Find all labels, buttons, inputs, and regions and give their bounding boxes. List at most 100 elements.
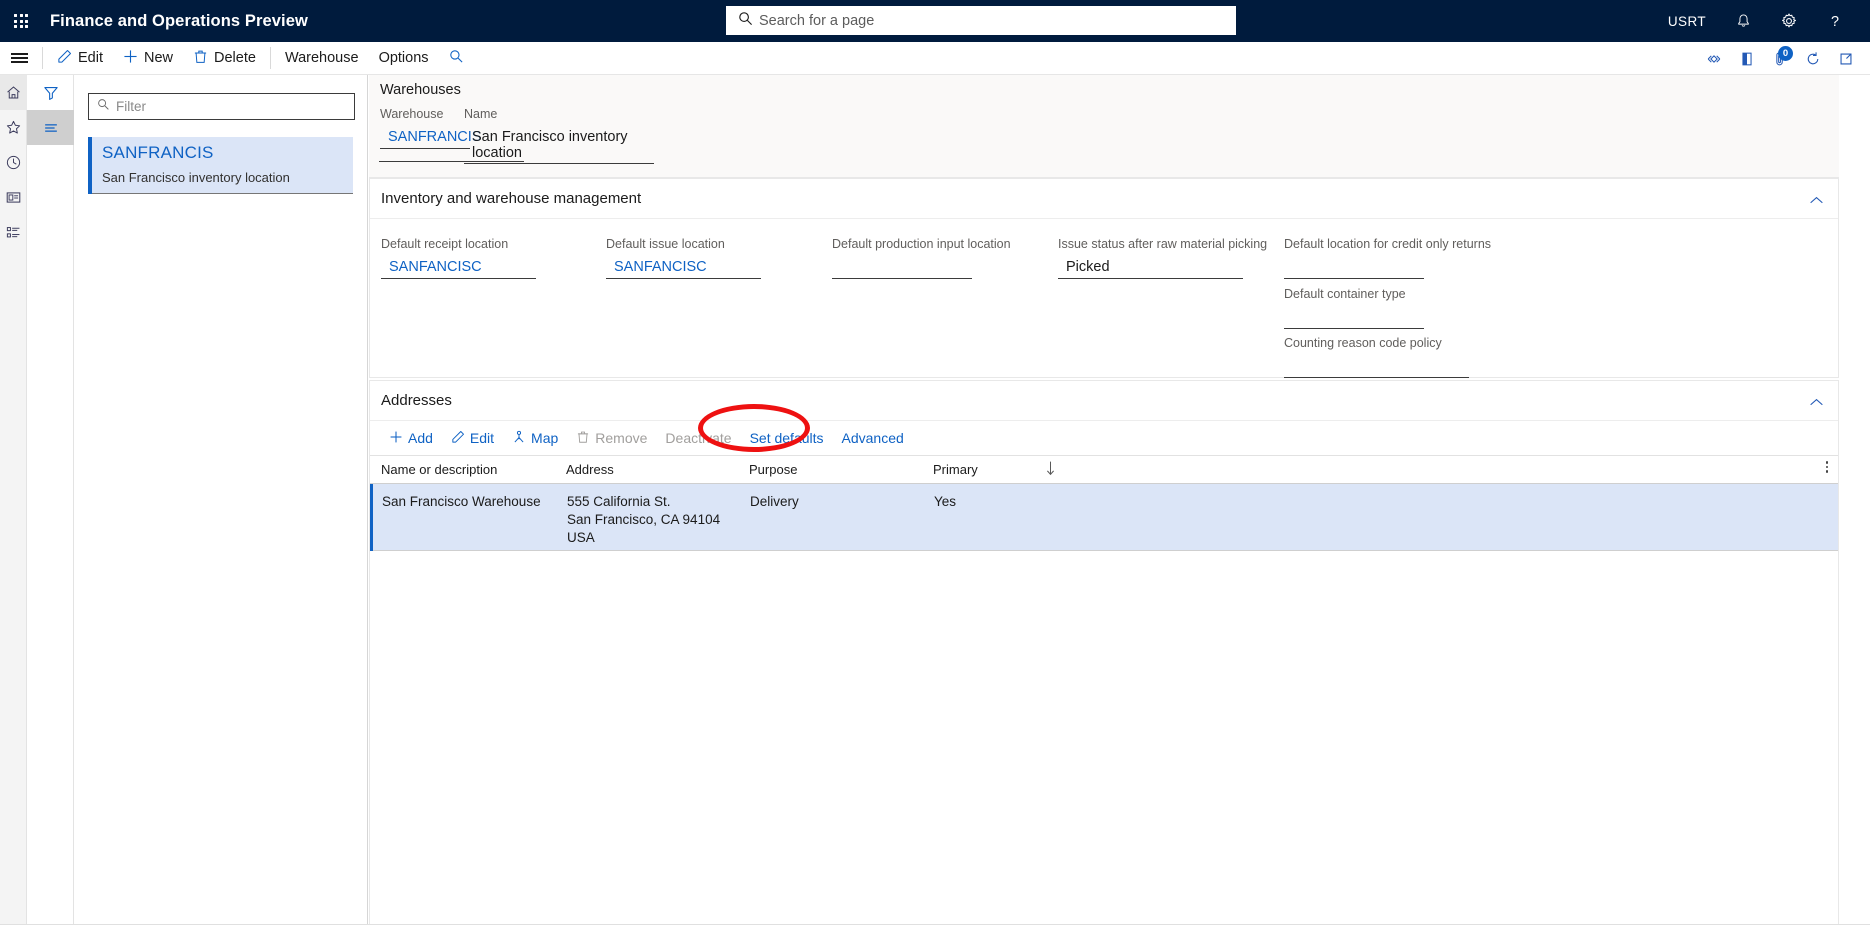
default-issue-location-label: Default issue location xyxy=(606,237,725,251)
address-edit-button[interactable]: Edit xyxy=(442,421,503,455)
chevron-up-icon[interactable] xyxy=(1809,192,1824,210)
warehouse-field-label: Warehouse xyxy=(380,107,444,121)
office-integration-icon[interactable] xyxy=(1730,42,1763,75)
column-name-or-description[interactable]: Name or description xyxy=(381,462,497,477)
default-issue-location-value[interactable]: SANFANCISC xyxy=(606,257,761,279)
column-address[interactable]: Address xyxy=(566,462,614,477)
command-toolbar-right: 0 xyxy=(1697,42,1862,75)
address-deactivate-button: Deactivate xyxy=(656,421,740,455)
sidebar-recent-icon[interactable] xyxy=(0,145,27,180)
main-content: Warehouses Warehouse SANFRANCIS Name San… xyxy=(369,75,1870,925)
plus-icon xyxy=(389,430,403,447)
address-set-defaults-label: Set defaults xyxy=(749,430,824,446)
default-container-type-value[interactable] xyxy=(1284,307,1424,329)
toolbar-search-button[interactable] xyxy=(439,42,474,75)
user-company-label[interactable]: USRT xyxy=(1654,14,1720,29)
table-row[interactable]: San Francisco Warehouse 555 California S… xyxy=(370,484,1838,551)
share-diamond-icon[interactable] xyxy=(1697,42,1730,75)
header-card-title: Warehouses xyxy=(380,82,461,98)
hamburger-menu-icon[interactable] xyxy=(0,42,38,75)
filter-input[interactable] xyxy=(116,99,331,114)
page-title: Finance and Operations Preview xyxy=(50,11,308,30)
list-view-icon[interactable] xyxy=(27,110,74,145)
default-receipt-location-label: Default receipt location xyxy=(381,237,509,251)
toolbar-divider-2 xyxy=(269,47,271,69)
refresh-icon[interactable] xyxy=(1796,42,1829,75)
sidebar-favorites-icon[interactable] xyxy=(0,110,27,145)
inventory-section-body: Default receipt location SANFANCISC Defa… xyxy=(370,219,1838,378)
warehouse-header-card: Warehouses Warehouse SANFRANCIS Name San… xyxy=(369,75,1839,178)
counting-reason-code-policy-value[interactable] xyxy=(1284,356,1469,378)
warehouse-field: Warehouse SANFRANCIS xyxy=(380,107,481,149)
warehouse-menu-label: Warehouse xyxy=(284,50,359,66)
left-icon-rail xyxy=(0,75,27,925)
warehouse-field-value[interactable]: SANFRANCIS xyxy=(380,127,481,149)
notifications-bell-icon[interactable] xyxy=(1720,0,1766,42)
warehouse-list-item[interactable]: SANFRANCIS San Francisco inventory locat… xyxy=(88,137,353,194)
options-menu[interactable]: Options xyxy=(369,42,439,75)
address-add-label: Add xyxy=(408,430,433,446)
attachments-icon[interactable]: 0 xyxy=(1763,42,1796,75)
global-search-box[interactable] xyxy=(726,6,1236,35)
list-item-title: SANFRANCIS xyxy=(102,143,214,162)
address-add-button[interactable]: Add xyxy=(380,421,442,455)
pencil-icon xyxy=(451,430,465,447)
sidebar-modules-icon[interactable] xyxy=(0,215,27,250)
default-issue-location-field: Default issue location SANFANCISC xyxy=(606,237,761,279)
sidebar-home-icon[interactable] xyxy=(0,75,27,110)
settings-gear-icon[interactable] xyxy=(1766,0,1812,42)
sort-descending-arrow-icon[interactable] xyxy=(1045,460,1056,482)
trash-icon xyxy=(193,49,208,68)
name-field: Name San Francisco inventory location xyxy=(464,107,654,164)
addresses-section-title: Addresses xyxy=(381,392,452,409)
delete-button[interactable]: Delete xyxy=(183,42,266,75)
help-question-icon[interactable]: ? xyxy=(1812,0,1858,42)
edit-button-label: Edit xyxy=(78,50,103,66)
chevron-up-icon[interactable] xyxy=(1809,394,1824,412)
search-icon xyxy=(449,49,464,68)
cell-purpose: Delivery xyxy=(750,494,799,509)
address-remove-button: Remove xyxy=(567,421,656,455)
grid-empty-area xyxy=(370,551,1838,779)
inventory-section-header[interactable]: Inventory and warehouse management xyxy=(370,179,1838,219)
column-primary[interactable]: Primary xyxy=(933,462,978,477)
warehouse-menu[interactable]: Warehouse xyxy=(275,42,369,75)
search-icon xyxy=(97,98,110,116)
address-set-defaults-button[interactable]: Set defaults xyxy=(741,421,833,455)
inventory-section-title: Inventory and warehouse management xyxy=(381,190,642,207)
cell-primary: Yes xyxy=(934,494,957,509)
grid-options-ellipsis-icon[interactable] xyxy=(1825,461,1828,473)
filter-box[interactable] xyxy=(88,93,355,120)
counting-reason-code-policy-label: Counting reason code policy xyxy=(1284,336,1442,350)
edit-button[interactable]: Edit xyxy=(47,42,113,75)
issue-status-after-raw-material-picking-field: Issue status after raw material picking … xyxy=(1058,237,1267,279)
new-button[interactable]: New xyxy=(113,42,183,75)
address-map-button[interactable]: Map xyxy=(503,421,567,455)
addresses-section-header[interactable]: Addresses xyxy=(370,381,1838,421)
address-advanced-button[interactable]: Advanced xyxy=(833,421,913,455)
counting-reason-code-policy-field: Counting reason code policy xyxy=(1284,336,1469,378)
addresses-grid-header: Name or description Address Purpose Prim… xyxy=(370,456,1838,484)
open-in-new-window-icon[interactable] xyxy=(1829,42,1862,75)
addresses-section: Addresses Add Edit Map Remove Deactivate… xyxy=(369,380,1839,925)
map-pin-icon xyxy=(512,430,526,447)
address-map-label: Map xyxy=(531,430,559,446)
column-purpose[interactable]: Purpose xyxy=(749,462,797,477)
credit-returns-value[interactable] xyxy=(1284,257,1424,279)
pencil-icon xyxy=(57,49,72,68)
filter-funnel-icon[interactable] xyxy=(27,75,74,110)
default-production-input-location-field: Default production input location xyxy=(832,237,1011,279)
sidebar-workspaces-icon[interactable] xyxy=(0,180,27,215)
app-launcher-icon[interactable] xyxy=(0,0,42,42)
cell-address-line2: San Francisco, CA 94104 xyxy=(567,512,721,527)
search-input[interactable] xyxy=(759,7,1199,34)
header-right-actions: USRT ? xyxy=(1654,0,1858,42)
issue-status-value[interactable]: Picked xyxy=(1058,257,1243,279)
default-receipt-location-value[interactable]: SANFANCISC xyxy=(381,257,536,279)
filter-icon-pane xyxy=(27,75,74,925)
default-location-for-credit-only-returns-field: Default location for credit only returns xyxy=(1284,237,1491,279)
name-field-value[interactable]: San Francisco inventory location xyxy=(464,127,654,164)
top-header-bar: Finance and Operations Preview USRT ? xyxy=(0,0,1870,42)
clipped-field-underline xyxy=(379,161,524,162)
default-production-input-location-value[interactable] xyxy=(832,257,972,279)
